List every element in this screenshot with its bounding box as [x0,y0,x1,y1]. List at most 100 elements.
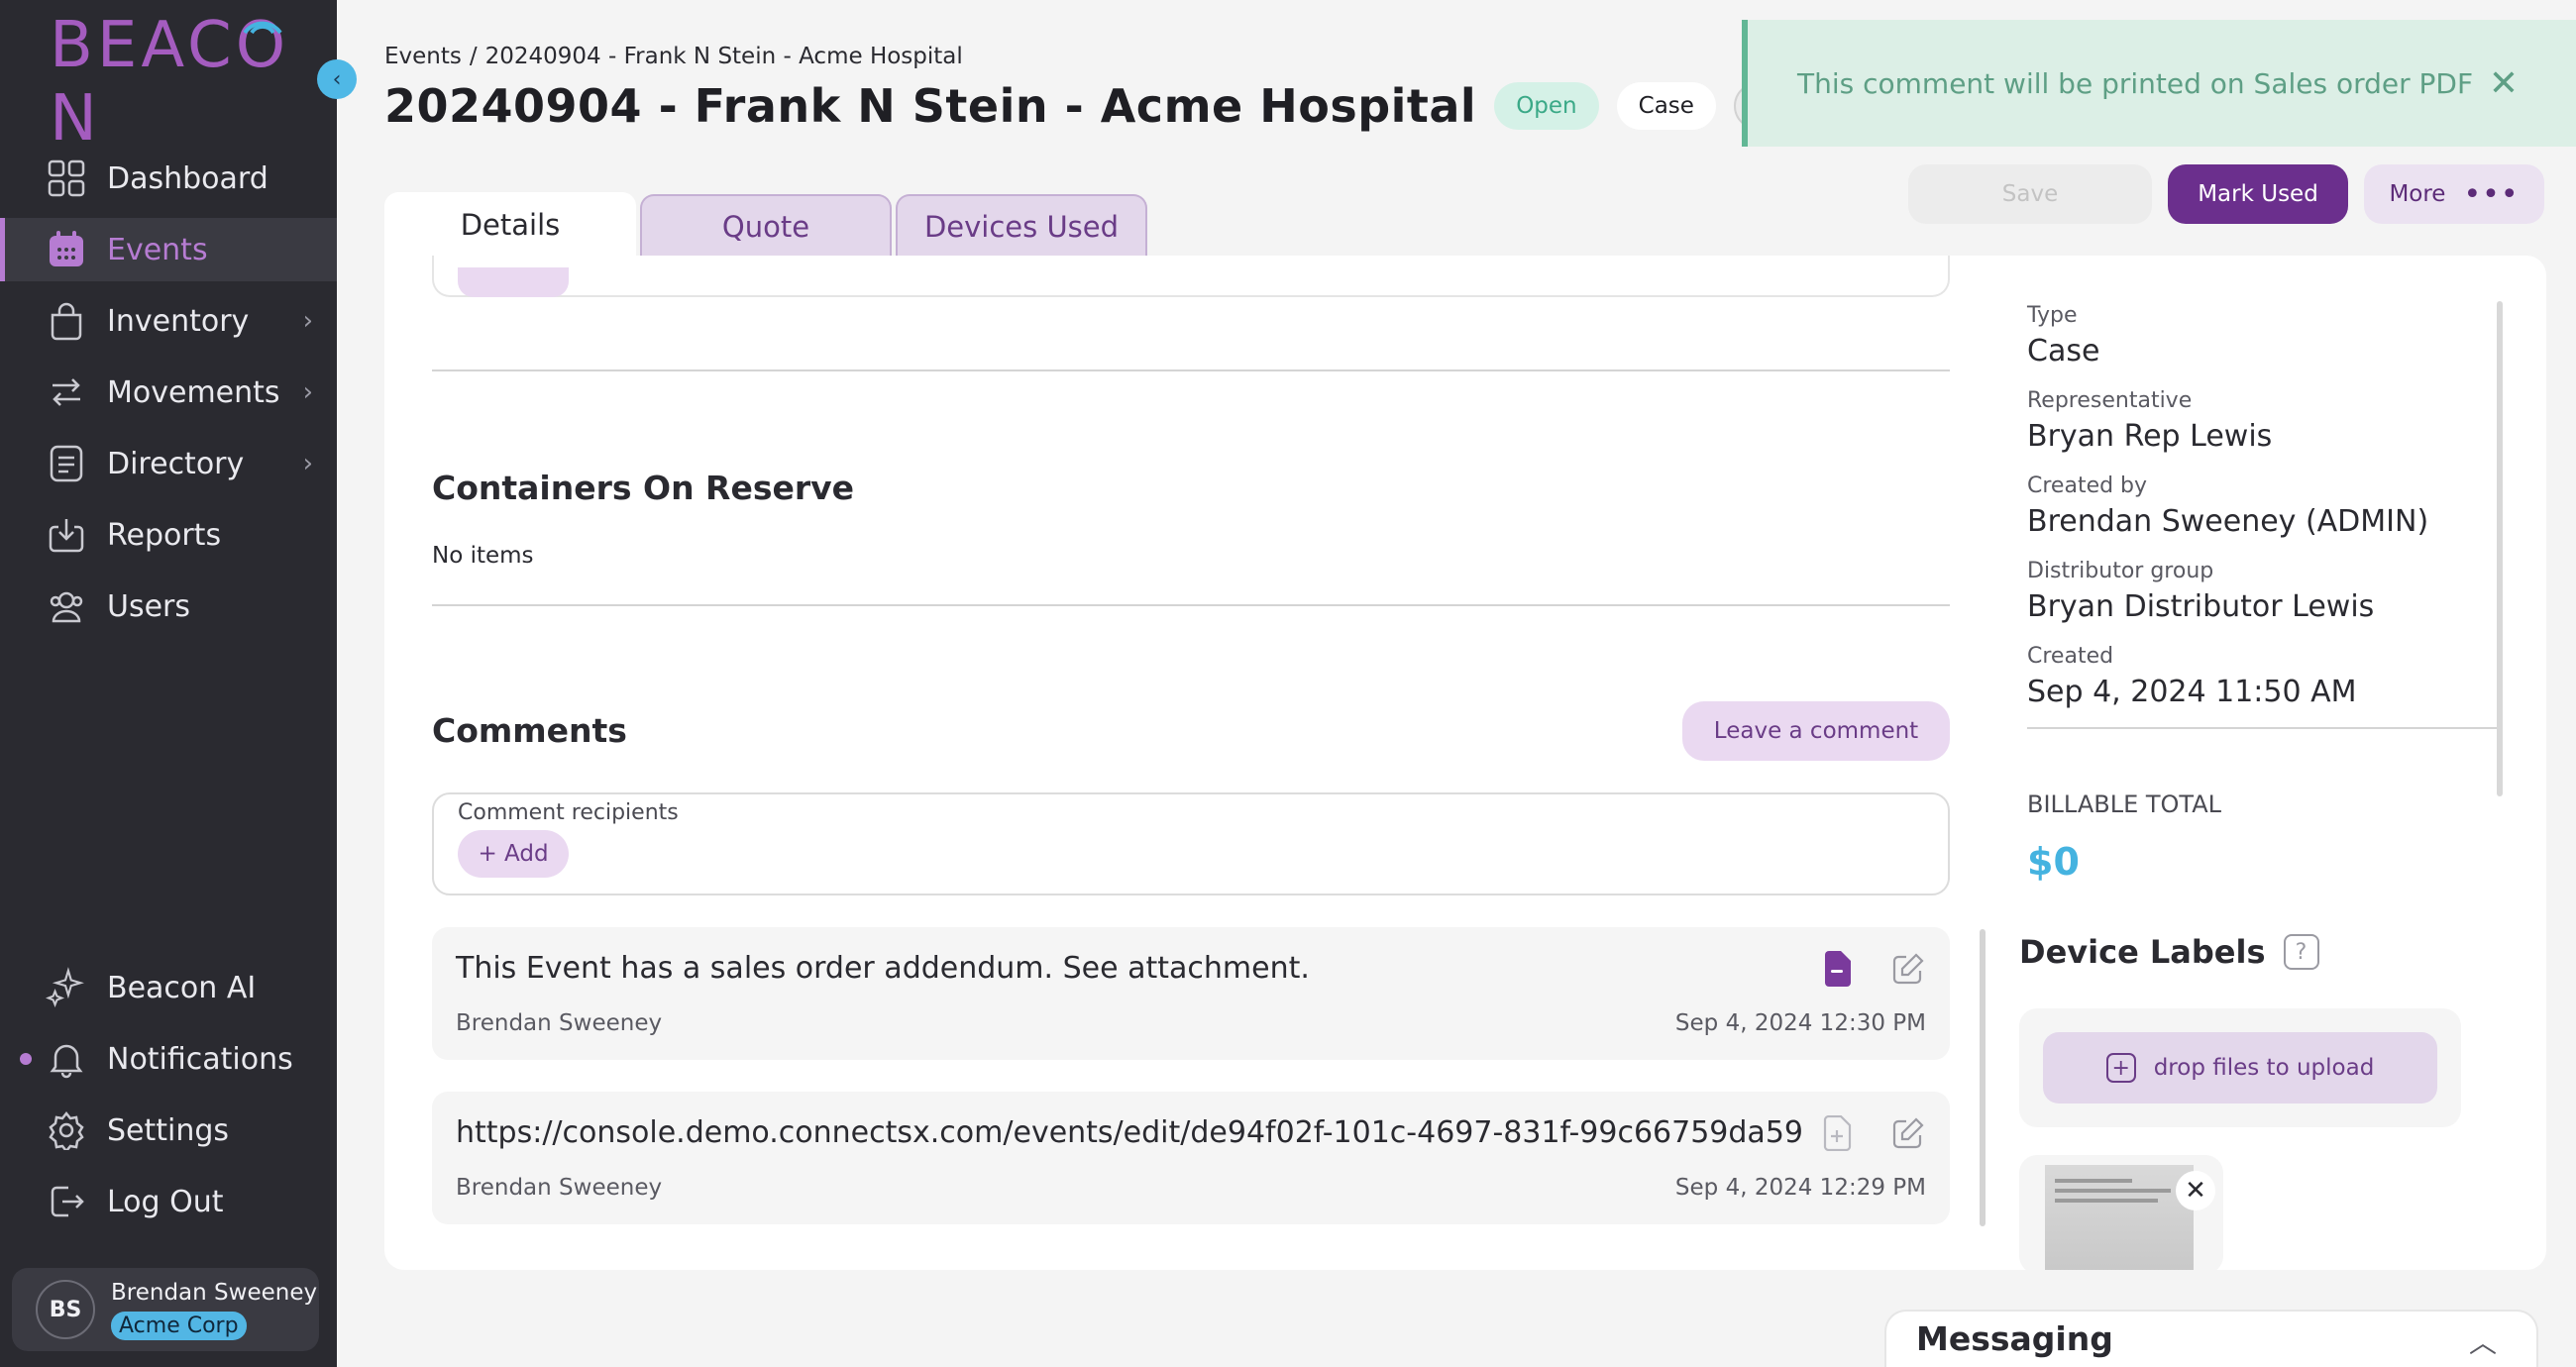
info-type: Type Case [2027,303,2099,368]
sparkle-icon [46,967,87,1008]
info-value: Bryan Rep Lewis [2027,419,2273,454]
chevron-right-icon: › [302,306,313,336]
page-title: 20240904 - Frank N Stein - Acme Hospital [384,79,1477,133]
info-value: Bryan Distributor Lewis [2027,589,2375,624]
details-main: Containers On Reserve No items Comments … [432,256,1950,1246]
info-created: Created Sep 4, 2024 11:50 AM [2027,644,2357,709]
sidebar-collapse-button[interactable]: ‹ [317,59,357,99]
chevron-up-icon[interactable]: ︿ [2469,1321,2497,1361]
notification-dot [20,1053,32,1065]
breadcrumb: Events/20240904 - Frank N Stein - Acme H… [384,44,963,69]
sidebar-item-users[interactable]: Users [0,575,337,638]
logout-icon [46,1181,87,1222]
bag-icon [46,300,87,342]
save-button[interactable]: Save [1908,164,2152,224]
comment-item: https://console.demo.connectsx.com/event… [432,1092,1950,1224]
sidebar-item-label: Settings [107,1112,230,1148]
edit-icon[interactable] [1888,1113,1928,1153]
sidebar-item-events[interactable]: Events [0,218,337,281]
sidebar-item-dashboard[interactable]: Dashboard [0,147,337,210]
comment-date: Sep 4, 2024 12:30 PM [1674,1010,1926,1036]
breadcrumb-current: 20240904 - Frank N Stein - Acme Hospital [484,44,963,69]
info-distributor-group: Distributor group Bryan Distributor Lewi… [2027,559,2374,624]
sidebar: BEAC ON Dashboard Events Inventory › Move… [0,0,337,1367]
arrows-icon [46,371,87,413]
title-row: 20240904 - Frank N Stein - Acme Hospital… [384,79,1862,133]
comment-text[interactable]: https://console.demo.connectsx.com/event… [456,1115,1803,1150]
divider [2027,727,2497,729]
users-icon [46,585,87,627]
upload-label: drop files to upload [2153,1055,2375,1081]
device-labels-heading: Device Labels [2019,933,2266,971]
close-icon[interactable]: ✕ [2176,1171,2215,1210]
breadcrumb-events-link[interactable]: Events [384,44,462,69]
logo-text: BEAC ON [50,8,290,156]
edit-icon[interactable] [1888,949,1928,989]
comment-item: This Event has a sales order addendum. S… [432,927,1950,1060]
sidebar-item-label: Movements [107,374,280,410]
sidebar-item-logout[interactable]: Log Out [0,1170,337,1233]
comment-recipients-field[interactable]: Comment recipients + Add [432,792,1950,895]
avatar: BS [36,1280,95,1339]
info-value: Brendan Sweeney (ADMIN) [2027,504,2429,539]
comment-text: This Event has a sales order addendum. S… [456,951,1310,986]
tab-quote[interactable]: Quote [640,194,892,258]
more-label: More [2389,181,2446,207]
info-key: Representative [2027,388,2193,413]
device-label-thumbnail[interactable]: ✕ [2019,1155,2223,1270]
tab-details[interactable]: Details [384,192,636,258]
bell-icon [46,1038,87,1080]
gear-icon [46,1109,87,1151]
tab-devices-used[interactable]: Devices Used [896,194,1147,258]
info-scrollbar[interactable] [2497,301,2503,796]
close-icon[interactable]: ✕ [2489,63,2519,104]
sidebar-bottom-nav: Beacon AI Notifications Settings Log Out [0,956,337,1241]
containers-empty-text: No items [432,543,534,569]
info-key: Created by [2027,473,2148,498]
messaging-panel[interactable]: Messaging ︿ [1884,1310,2538,1367]
messaging-title: Messaging [1916,1319,2113,1358]
download-icon [46,514,87,556]
billable-total-label: BILLABLE TOTAL [2027,790,2222,818]
sidebar-item-directory[interactable]: Directory › [0,432,337,495]
tab-bar: Details Quote Devices Used [384,192,1151,258]
sidebar-item-label: Notifications [107,1041,293,1077]
add-recipient-button[interactable]: + Add [458,830,569,878]
calendar-icon [46,229,87,270]
toast-message: This comment will be printed on Sales or… [1797,66,2474,100]
sidebar-item-reports[interactable]: Reports [0,503,337,567]
chevron-right-icon: › [302,449,313,478]
sidebar-item-settings[interactable]: Settings [0,1099,337,1162]
thumbnail-content [2055,1179,2184,1209]
details-card: Containers On Reserve No items Comments … [384,256,2546,1270]
sidebar-item-label: Reports [107,517,222,553]
sidebar-item-movements[interactable]: Movements › [0,361,337,424]
upload-dropzone[interactable]: + drop files to upload [2043,1032,2437,1104]
more-button[interactable]: More ••• [2364,164,2544,224]
sidebar-item-label: Inventory [107,303,250,339]
sidebar-nav: Dashboard Events Inventory › Movements ›… [0,147,337,646]
user-card[interactable]: BS Brendan Sweeney Acme Corp [12,1268,319,1351]
org-badge: Acme Corp [111,1311,247,1340]
containers-title: Containers On Reserve [432,469,855,507]
sidebar-item-notifications[interactable]: Notifications [0,1027,337,1091]
sidebar-item-inventory[interactable]: Inventory › [0,289,337,353]
mark-used-button[interactable]: Mark Used [2168,164,2348,224]
recipients-label: Comment recipients [458,800,679,825]
add-chip-partial[interactable] [458,267,569,297]
leave-comment-button[interactable]: Leave a comment [1682,701,1950,761]
beacon-logo[interactable]: BEAC ON [50,9,337,156]
billable-total-value: $0 [2027,840,2080,884]
action-bar: Save Mark Used More ••• [1908,164,2544,224]
upload-area: + drop files to upload [2019,1008,2461,1127]
sidebar-item-label: Beacon AI [107,970,257,1005]
add-to-pdf-icon[interactable] [1817,1113,1857,1153]
help-icon[interactable]: ? [2283,934,2319,970]
column-divider [1980,929,1986,1226]
pdf-flag-icon[interactable] [1817,949,1857,989]
toast-notification: This comment will be printed on Sales or… [1742,20,2576,147]
directory-icon [46,443,87,484]
grid-icon [46,158,87,199]
scrolled-field-box [432,256,1950,297]
sidebar-item-beacon-ai[interactable]: Beacon AI [0,956,337,1019]
